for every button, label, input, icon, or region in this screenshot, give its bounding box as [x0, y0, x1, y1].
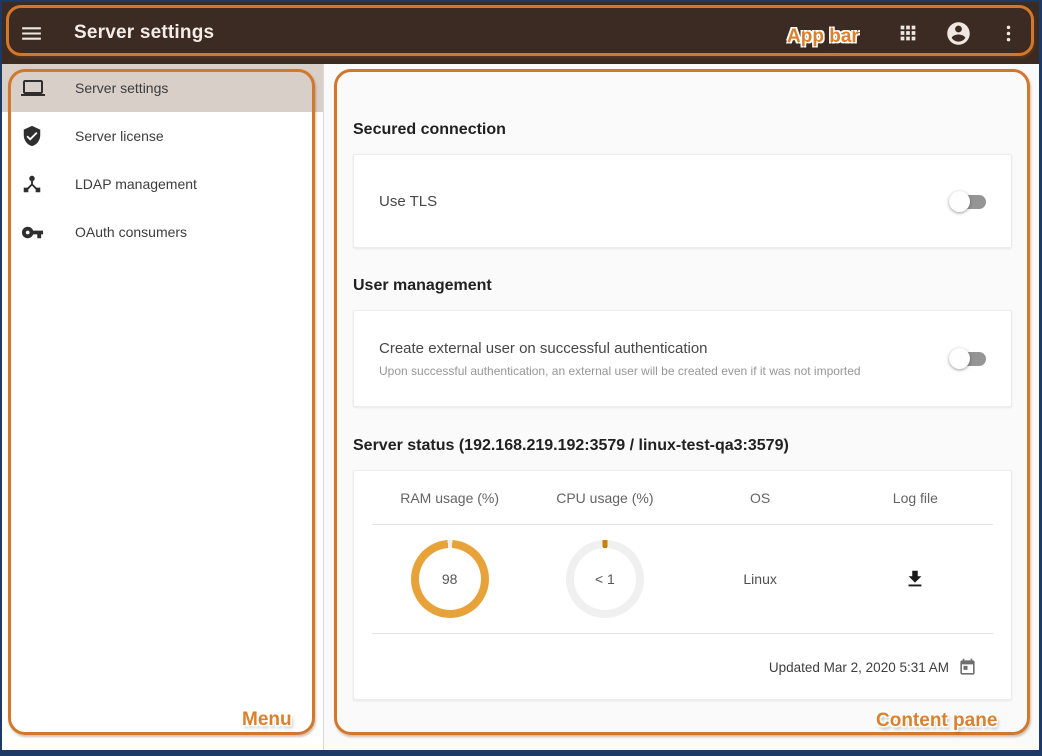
download-log-button[interactable] — [904, 568, 926, 590]
server-settings-window: Server settings — [0, 0, 1042, 756]
main-area: Server settings Server license LDAP mana… — [2, 64, 1039, 750]
toggle-knob — [949, 191, 970, 212]
sidebar-item-oauth-consumers[interactable]: OAuth consumers — [2, 208, 323, 256]
create-external-user-text: Create external user on successful authe… — [379, 340, 861, 378]
kebab-menu-icon — [998, 23, 1019, 44]
sidebar-item-ldap-management[interactable]: LDAP management — [2, 160, 323, 208]
create-external-user-label: Create external user on successful authe… — [379, 340, 861, 357]
table-row: 98 < 1 Linux — [372, 525, 993, 633]
table-footer: Updated Mar 2, 2020 5:31 AM — [372, 634, 993, 701]
column-header-os: OS — [683, 490, 838, 506]
sidebar-item-label: OAuth consumers — [75, 224, 187, 240]
app-bar: Server settings — [2, 2, 1039, 64]
sidebar-item-server-settings[interactable]: Server settings — [2, 64, 323, 112]
account-button[interactable] — [933, 2, 983, 64]
server-status-table: RAM usage (%) CPU usage (%) OS Log file … — [372, 471, 993, 701]
table-header-row: RAM usage (%) CPU usage (%) OS Log file — [372, 471, 993, 524]
toggle-knob — [949, 348, 970, 369]
ram-usage-donut: 98 — [411, 540, 489, 618]
server-status-card: RAM usage (%) CPU usage (%) OS Log file … — [353, 470, 1012, 700]
use-tls-label: Use TLS — [379, 193, 437, 210]
server-status-heading: Server status (192.168.219.192:3579 / li… — [353, 437, 1012, 454]
user-management-heading: User management — [353, 277, 1012, 294]
create-external-user-card: Create external user on successful authe… — [353, 310, 1012, 407]
apps-grid-icon — [897, 22, 919, 44]
updated-timestamp: Updated Mar 2, 2020 5:31 AM — [769, 660, 949, 675]
hamburger-menu-button[interactable] — [19, 21, 44, 46]
app-bar-actions — [883, 2, 1033, 64]
create-external-user-description: Upon successful authentication, an exter… — [379, 364, 861, 378]
key-icon — [21, 220, 45, 244]
calendar-icon — [958, 658, 977, 677]
sidebar-menu: Server settings Server license LDAP mana… — [2, 64, 324, 750]
sidebar-item-label: LDAP management — [75, 176, 197, 192]
cpu-usage-donut: < 1 — [566, 540, 644, 618]
ram-usage-cell: 98 — [372, 540, 527, 618]
calendar-button[interactable] — [958, 658, 977, 677]
more-options-button[interactable] — [983, 2, 1033, 64]
sidebar-item-server-license[interactable]: Server license — [2, 112, 323, 160]
use-tls-card: Use TLS — [353, 154, 1012, 248]
sidebar-item-label: Server settings — [75, 80, 168, 96]
sidebar-item-label: Server license — [75, 128, 164, 144]
column-header-cpu: CPU usage (%) — [527, 490, 682, 506]
cpu-usage-cell: < 1 — [527, 540, 682, 618]
cpu-usage-value: < 1 — [574, 548, 636, 610]
secured-connection-heading: Secured connection — [353, 121, 1012, 138]
hub-icon — [21, 172, 45, 196]
create-external-user-toggle[interactable] — [949, 348, 987, 369]
apps-grid-button[interactable] — [883, 2, 933, 64]
content-pane: Secured connection Use TLS User manageme… — [324, 64, 1039, 750]
computer-icon — [21, 76, 45, 100]
column-header-ram: RAM usage (%) — [372, 490, 527, 506]
page-title: Server settings — [74, 22, 214, 44]
hamburger-icon — [19, 21, 44, 46]
column-header-logfile: Log file — [838, 490, 993, 506]
os-cell: Linux — [683, 571, 838, 587]
ram-usage-value: 98 — [419, 548, 481, 610]
account-circle-icon — [945, 20, 972, 47]
logfile-cell — [838, 568, 993, 590]
download-icon — [904, 568, 926, 590]
shield-check-icon — [21, 124, 45, 148]
use-tls-toggle[interactable] — [949, 191, 987, 212]
